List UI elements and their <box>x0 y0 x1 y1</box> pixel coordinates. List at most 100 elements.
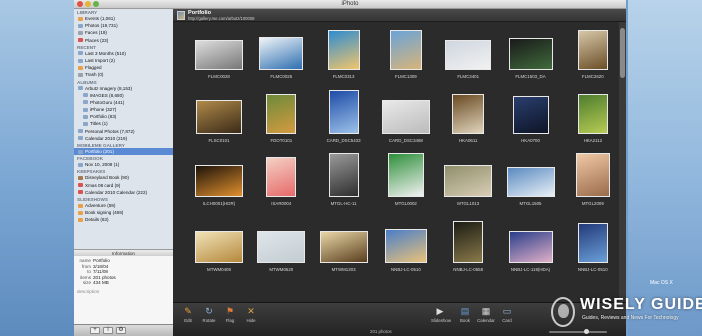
add-button[interactable]: + <box>90 327 100 334</box>
rotate-button[interactable]: ↻ Rotate <box>200 306 218 323</box>
photo-caption[interactable]: NNBJ-LC-0510 <box>371 267 441 272</box>
sidebar-item[interactable]: Calendar 2010 (219) <box>74 135 173 142</box>
photo-thumbnail[interactable] <box>453 221 484 263</box>
photo-caption[interactable]: FLSC0101 <box>184 138 254 143</box>
sidebar-item[interactable]: Last Import (2) <box>74 57 173 64</box>
photo-caption[interactable]: HKA0611 <box>433 138 503 143</box>
sidebar-item[interactable]: IMAGES (8,680) <box>74 92 173 99</box>
photo-thumbnail[interactable] <box>259 37 304 70</box>
photo-caption[interactable]: MTGL1013 <box>433 201 503 206</box>
photo-thumbnail[interactable] <box>328 90 359 134</box>
photo-thumbnail[interactable] <box>577 30 608 70</box>
photo-caption[interactable]: FLMC1503_DA <box>496 74 566 79</box>
photo-thumbnail[interactable] <box>506 167 555 197</box>
photo-caption[interactable]: NNBJ-LC-0558 <box>433 267 503 272</box>
photo-caption[interactable]: NNBJ-LC-119(HDA) <box>496 267 566 272</box>
photo-thumbnail[interactable] <box>389 30 422 70</box>
photo-thumbnail[interactable] <box>384 229 427 263</box>
photo-caption[interactable]: MTGL0002 <box>371 201 441 206</box>
album-url[interactable]: http://gallery.me.com/arbutz/100008 <box>188 16 255 21</box>
sidebar-item[interactable]: Portfolio (83) <box>74 113 173 120</box>
photo-thumbnail[interactable] <box>195 40 243 70</box>
info-button[interactable]: i <box>103 327 113 334</box>
sidebar-item[interactable]: Adventure (59) <box>74 202 173 209</box>
slideshow-button[interactable]: ▶ Slideshow <box>431 306 451 323</box>
photo-caption[interactable]: HKA0700 <box>496 138 566 143</box>
sidebar-item[interactable]: Places (23) <box>74 37 173 44</box>
photo-thumbnail[interactable] <box>328 153 359 197</box>
sidebar-item-label: Book signing (469) <box>85 210 124 216</box>
sidebar-item[interactable]: Flagged <box>74 64 173 71</box>
photo-caption[interactable]: ILCH0001(HDR) <box>184 201 254 206</box>
photo-thumbnail[interactable] <box>445 40 492 70</box>
photo-caption[interactable]: CARD_DSC3468 <box>371 138 441 143</box>
photo-thumbnail[interactable] <box>266 157 297 197</box>
album-icon <box>83 107 88 112</box>
photo-caption[interactable]: FLMC0313 <box>309 74 379 79</box>
description-field[interactable]: description <box>77 289 170 294</box>
photo-caption[interactable]: NNBJ-LC-0510 <box>558 267 626 272</box>
photo-caption[interactable]: FDOT0101 <box>246 138 316 143</box>
photo-caption[interactable]: ISAR0004 <box>246 201 316 206</box>
photo-caption[interactable]: CARD_DSC5433 <box>309 138 379 143</box>
photo-thumbnail[interactable] <box>512 96 549 134</box>
card-button[interactable]: ▭ Card <box>498 306 516 323</box>
sidebar-item[interactable]: Trash (0) <box>74 71 173 78</box>
hide-button[interactable]: ✕ Hide <box>242 306 260 323</box>
sidebar-item[interactable]: Details (63) <box>74 216 173 223</box>
information-header[interactable]: Information <box>74 249 173 256</box>
photo-thumbnail[interactable] <box>508 231 553 263</box>
photo-thumbnail[interactable] <box>452 94 485 134</box>
photo-caption[interactable]: FLMC0028 <box>184 74 254 79</box>
grid-scrollbar[interactable] <box>619 22 626 302</box>
sidebar-item[interactable]: Personal Photos (7,872) <box>74 128 173 135</box>
photo-thumbnail[interactable] <box>195 231 243 263</box>
photo-caption[interactable]: FLMC0025 <box>246 74 316 79</box>
flag-button[interactable]: ⚑ Flag <box>221 306 239 323</box>
photo-caption[interactable]: MTWM0620 <box>246 267 316 272</box>
sidebar-item[interactable]: Disneyland Book (90) <box>74 174 173 181</box>
photo-caption[interactable]: MTWM1203 <box>309 267 379 272</box>
photo-thumbnail[interactable] <box>381 100 430 134</box>
photo-thumbnail[interactable] <box>196 100 242 134</box>
photo-thumbnail[interactable] <box>319 231 368 263</box>
photo-caption[interactable]: FLMC2620 <box>558 74 626 79</box>
book-button[interactable]: ▤ Book <box>456 306 474 323</box>
photo-caption[interactable]: MTGL1505 <box>496 201 566 206</box>
sidebar-item[interactable]: Arbutz Imagery (8,153) <box>74 85 173 92</box>
photo-thumbnail[interactable] <box>257 231 306 263</box>
sidebar-item[interactable]: Portfolio (201) <box>74 148 173 156</box>
sidebar-item[interactable]: Last 3 Months (510) <box>74 50 173 57</box>
photo-thumbnail[interactable] <box>266 94 297 134</box>
sidebar-item[interactable]: Events (1,061) <box>74 15 173 22</box>
photo-caption[interactable]: MTGL2009 <box>558 201 626 206</box>
photo-thumbnail[interactable] <box>195 165 243 197</box>
sidebar-item[interactable]: Nov 10, 2009 (1) <box>74 161 173 168</box>
sidebar-item[interactable]: Book signing (469) <box>74 209 173 216</box>
photo-thumbnail[interactable] <box>387 153 424 197</box>
photo-thumbnail[interactable] <box>508 38 553 70</box>
photo-caption[interactable]: FLMC3401 <box>433 74 503 79</box>
sidebar-item[interactable]: Titles (1) <box>74 120 173 127</box>
photo-thumbnail[interactable] <box>577 94 608 134</box>
sidebar-item[interactable]: Calendar 2010 Calendar (222) <box>74 189 173 196</box>
edit-button[interactable]: ✎ Edit <box>179 306 197 323</box>
scrollbar-thumb[interactable] <box>620 28 625 78</box>
photo-thumbnail[interactable] <box>444 165 493 197</box>
sidebar-item[interactable]: Faces (19) <box>74 29 173 36</box>
photo-caption[interactable]: MTGL-HC-11 <box>309 201 379 206</box>
photo-thumbnail[interactable] <box>575 153 610 197</box>
sidebar-item[interactable]: Xmas 08 card (9) <box>74 182 173 189</box>
photo-thumbnail[interactable] <box>577 223 608 263</box>
title-bar[interactable]: iPhoto <box>74 0 626 9</box>
gear-icon[interactable]: ⚙ <box>116 327 126 334</box>
photo-caption[interactable]: FLMC1309 <box>371 74 441 79</box>
info-value[interactable]: 434 MB <box>93 280 109 286</box>
photo-caption[interactable]: HKA2112 <box>558 138 626 143</box>
photo-caption[interactable]: MTWM0408 <box>184 267 254 272</box>
photo-thumbnail[interactable] <box>327 30 360 70</box>
calendar-button[interactable]: ▦ Calendar <box>477 306 495 323</box>
sidebar-item[interactable]: iPhone (327) <box>74 106 173 113</box>
sidebar-item[interactable]: PhotoGuru (441) <box>74 99 173 106</box>
sidebar-item[interactable]: Photos (19,731) <box>74 22 173 29</box>
